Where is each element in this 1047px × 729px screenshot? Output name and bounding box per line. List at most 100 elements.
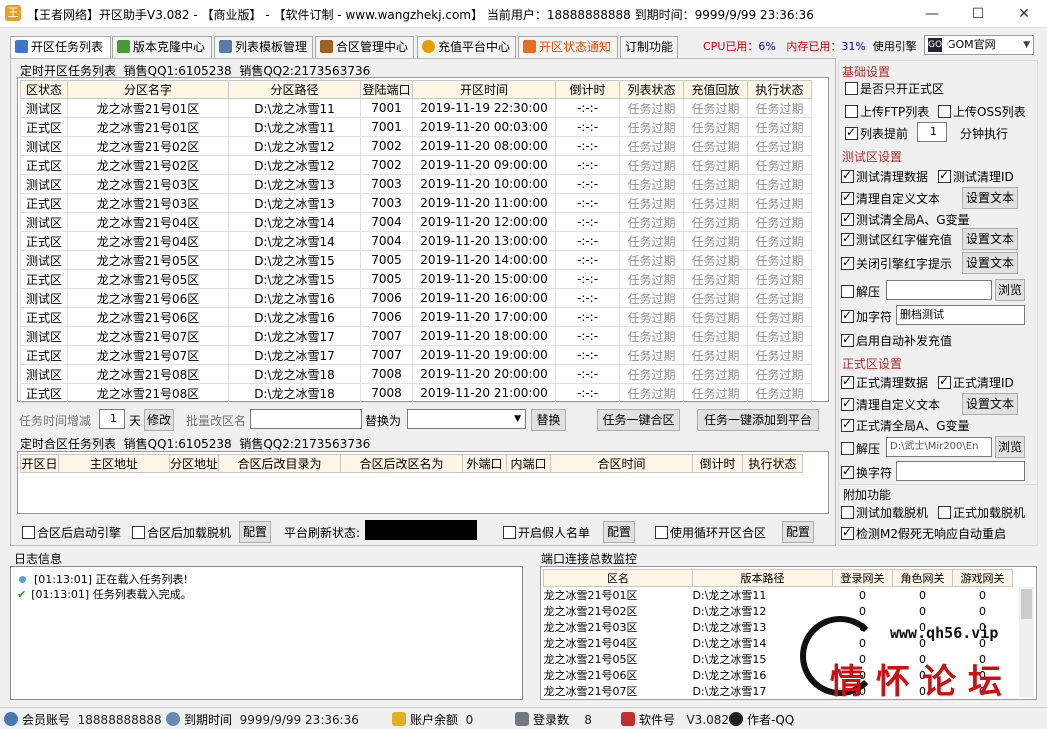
log-box[interactable]: [01:13:01] 正在载入任务列表! ✔ [01:13:01] 任务列表载入完…	[10, 566, 523, 700]
table-row[interactable]: 正式区 龙之冰雪21号01区 D:\龙之冰雪11 7001 2019-11-20 00:…	[20, 117, 812, 137]
add-char-input[interactable]: 删档测试	[896, 305, 1025, 325]
formal-unzip-checkbox[interactable]: 解压	[841, 440, 880, 457]
column-header[interactable]: 区名	[543, 569, 693, 587]
column-header[interactable]: 登录网关	[832, 569, 893, 587]
table-row[interactable]: 正式区 龙之冰雪21号06区 D:\龙之冰雪16 7006 2019-11-20 17:…	[20, 307, 812, 327]
loop-config-button[interactable]: 配置	[782, 521, 814, 543]
table-row[interactable]: 正式区 龙之冰雪21号03区 D:\龙之冰雪13 7003 2019-11-20 11:…	[20, 193, 812, 213]
merge-table[interactable]: 开区日 主区地址 分区地址 合区后改目录为 合区后改区名为 外端口 内端口 合区时间 倒计时 执行…	[17, 451, 829, 514]
tab-merge-center[interactable]: 合区管理中心	[315, 36, 414, 58]
table-row[interactable]: 测试区 龙之冰雪21号03区 D:\龙之冰雪13 7003 2019-11-20 10:…	[20, 174, 812, 194]
merge-config-button[interactable]: 配置	[239, 521, 271, 543]
fake-list-checkbox[interactable]: 开启假人名单	[503, 524, 590, 541]
maximize-button[interactable]: ☐	[955, 0, 1001, 28]
only-formal-checkbox[interactable]: 是否只开正式区	[845, 80, 944, 97]
test-browse-button[interactable]: 浏览	[995, 279, 1025, 301]
tab-task-list[interactable]: 开区任务列表	[10, 36, 111, 59]
test-unzip-path-input[interactable]	[886, 280, 992, 300]
table-row[interactable]: 测试区 龙之冰雪21号01区 D:\龙之冰雪11 7001 2019-11-19 22:…	[20, 98, 812, 118]
engine-select[interactable]: GOM GOM官网 ▼	[924, 35, 1034, 55]
test-clear-ag-checkbox[interactable]: 测试清全局A、G变量	[841, 211, 970, 228]
column-header[interactable]: 分区名字	[67, 80, 229, 99]
formal-clear-id-checkbox[interactable]: 正式清理ID	[938, 374, 1014, 391]
column-header[interactable]: 充值回放	[683, 80, 748, 99]
test-clear-custom-checkbox[interactable]: 清理自定义文本	[841, 190, 940, 207]
replace-char-input[interactable]	[896, 461, 1025, 481]
formal-browse-button[interactable]: 浏览	[995, 436, 1025, 458]
test-unzip-checkbox[interactable]: 解压	[841, 283, 880, 300]
replace-button[interactable]: 替换	[531, 409, 566, 431]
batch-rename-input[interactable]	[250, 409, 362, 429]
column-header[interactable]: 分区地址	[168, 454, 220, 473]
load-offline-checkbox[interactable]: 合区后加载脱机	[132, 524, 231, 541]
table-row[interactable]: 测试区 龙之冰雪21号08区 D:\龙之冰雪18 7008 2019-11-20 20:…	[20, 364, 812, 384]
column-header[interactable]: 合区后改区名为	[340, 454, 464, 473]
table-row[interactable]: 测试区 龙之冰雪21号02区 D:\龙之冰雪12 7002 2019-11-20 08:…	[20, 136, 812, 156]
column-header[interactable]: 登陆端口	[360, 80, 413, 99]
add-to-platform-button[interactable]: 任务一键添加到平台	[697, 409, 819, 431]
ahead-minutes-input[interactable]: 1	[917, 122, 947, 142]
list-ahead-checkbox[interactable]: 列表提前	[845, 125, 908, 142]
loop-merge-checkbox[interactable]: 使用循环开区合区	[655, 524, 766, 541]
test-load-offline-checkbox[interactable]: 测试加载脱机	[841, 504, 928, 521]
replace-with-select[interactable]: ▼	[407, 409, 526, 429]
column-header[interactable]: 开区日	[20, 454, 59, 473]
upload-oss-checkbox[interactable]: 上传OSS列表	[938, 103, 1026, 120]
minimize-button[interactable]: —	[909, 0, 955, 28]
table-row[interactable]: 测试区 龙之冰雪21号06区 D:\龙之冰雪16 7006 2019-11-20 16:…	[20, 288, 812, 308]
close-red-tip-checkbox[interactable]: 关闭引擎红字提示	[841, 255, 952, 272]
tab-custom-features[interactable]: 订制功能	[620, 36, 678, 58]
test-clear-id-checkbox[interactable]: 测试清理ID	[938, 168, 1014, 185]
column-header[interactable]: 执行状态	[742, 454, 804, 473]
formal-set-text-button[interactable]: 设置文本	[962, 393, 1018, 415]
test-clear-data-checkbox[interactable]: 测试清理数据	[841, 168, 928, 185]
column-header[interactable]: 开区时间	[412, 80, 556, 99]
table-row[interactable]: 测试区 龙之冰雪21号04区 D:\龙之冰雪14 7004 2019-11-20 12:…	[20, 212, 812, 232]
table-row[interactable]: 正式区 龙之冰雪21号04区 D:\龙之冰雪14 7004 2019-11-20 13:…	[20, 231, 812, 251]
upload-ftp-checkbox[interactable]: 上传FTP列表	[845, 103, 929, 120]
column-header[interactable]: 外端口	[462, 454, 508, 473]
modify-button[interactable]: 修改	[144, 409, 174, 431]
tab-template-manage[interactable]: 列表模板管理	[214, 36, 313, 58]
test-red-recharge-checkbox[interactable]: 测试区红字催充值	[841, 231, 952, 248]
tab-clone-center[interactable]: 版本克隆中心	[112, 36, 212, 58]
table-row[interactable]: 正式区 龙之冰雪21号07区 D:\龙之冰雪17 7007 2019-11-20 19:…	[20, 345, 812, 365]
tab-recharge-center[interactable]: 充值平台中心	[417, 36, 516, 58]
column-header[interactable]: 区状态	[20, 80, 68, 99]
column-header[interactable]: 内端口	[506, 454, 552, 473]
table-row[interactable]: 正式区 龙之冰雪21号05区 D:\龙之冰雪15 7005 2019-11-20 15:…	[20, 269, 812, 289]
table-row[interactable]: 测试区 龙之冰雪21号07区 D:\龙之冰雪17 7007 2019-11-20 18:…	[20, 326, 812, 346]
restart-engine-checkbox[interactable]: 合区后启动引擎	[22, 524, 121, 541]
days-input[interactable]: 1	[99, 409, 125, 429]
add-char-checkbox[interactable]: 加字符	[841, 308, 892, 325]
column-header[interactable]: 倒计时	[692, 454, 744, 473]
column-header[interactable]: 角色网关	[892, 569, 953, 587]
column-header[interactable]: 列表状态	[619, 80, 684, 99]
monitor-row[interactable]: 龙之冰雪21号01区 D:\龙之冰雪11 0 0 0	[544, 587, 1013, 604]
detect-m2-checkbox[interactable]: 检测M2假死无响应自动重启	[841, 525, 1006, 542]
tab-status-notify[interactable]: 开区状态通知	[518, 36, 618, 58]
column-header[interactable]: 分区路径	[228, 80, 361, 99]
table-row[interactable]: 正式区 龙之冰雪21号02区 D:\龙之冰雪12 7002 2019-11-20 09:…	[20, 155, 812, 175]
column-header[interactable]: 执行状态	[747, 80, 812, 99]
table-row[interactable]: 正式区 龙之冰雪21号08区 D:\龙之冰雪18 7008 2019-11-20 21:…	[20, 383, 812, 403]
test-red-set-text-button[interactable]: 设置文本	[962, 228, 1018, 250]
close-red-set-text-button[interactable]: 设置文本	[962, 252, 1018, 274]
test-set-text-button[interactable]: 设置文本	[962, 187, 1018, 209]
table-row[interactable]: 测试区 龙之冰雪21号05区 D:\龙之冰雪15 7005 2019-11-20 14:…	[20, 250, 812, 270]
formal-clear-ag-checkbox[interactable]: 正式清全局A、G变量	[841, 417, 970, 434]
column-header[interactable]: 版本路径	[692, 569, 833, 587]
column-header[interactable]: 主区地址	[58, 454, 170, 473]
column-header[interactable]: 合区时间	[550, 454, 694, 473]
formal-clear-data-checkbox[interactable]: 正式清理数据	[841, 374, 928, 391]
column-header[interactable]: 游戏网关	[952, 569, 1013, 587]
task-table[interactable]: 区状态 分区名字 分区路径 登陆端口 开区时间 倒计时 列表状态 充值回放 执行状态 测试区 龙之…	[17, 77, 829, 403]
formal-clear-custom-checkbox[interactable]: 清理自定义文本	[841, 396, 940, 413]
formal-unzip-path-input[interactable]: D:\武士\Mir200\En	[886, 437, 992, 457]
close-button[interactable]: ✕	[1001, 0, 1047, 28]
column-header[interactable]: 倒计时	[555, 80, 620, 99]
merge-all-button[interactable]: 任务一键合区	[597, 409, 680, 431]
column-header[interactable]: 合区后改目录为	[218, 454, 342, 473]
auto-recharge-checkbox[interactable]: 启用自动补发充值	[841, 332, 952, 349]
formal-load-offline-checkbox[interactable]: 正式加载脱机	[938, 504, 1025, 521]
